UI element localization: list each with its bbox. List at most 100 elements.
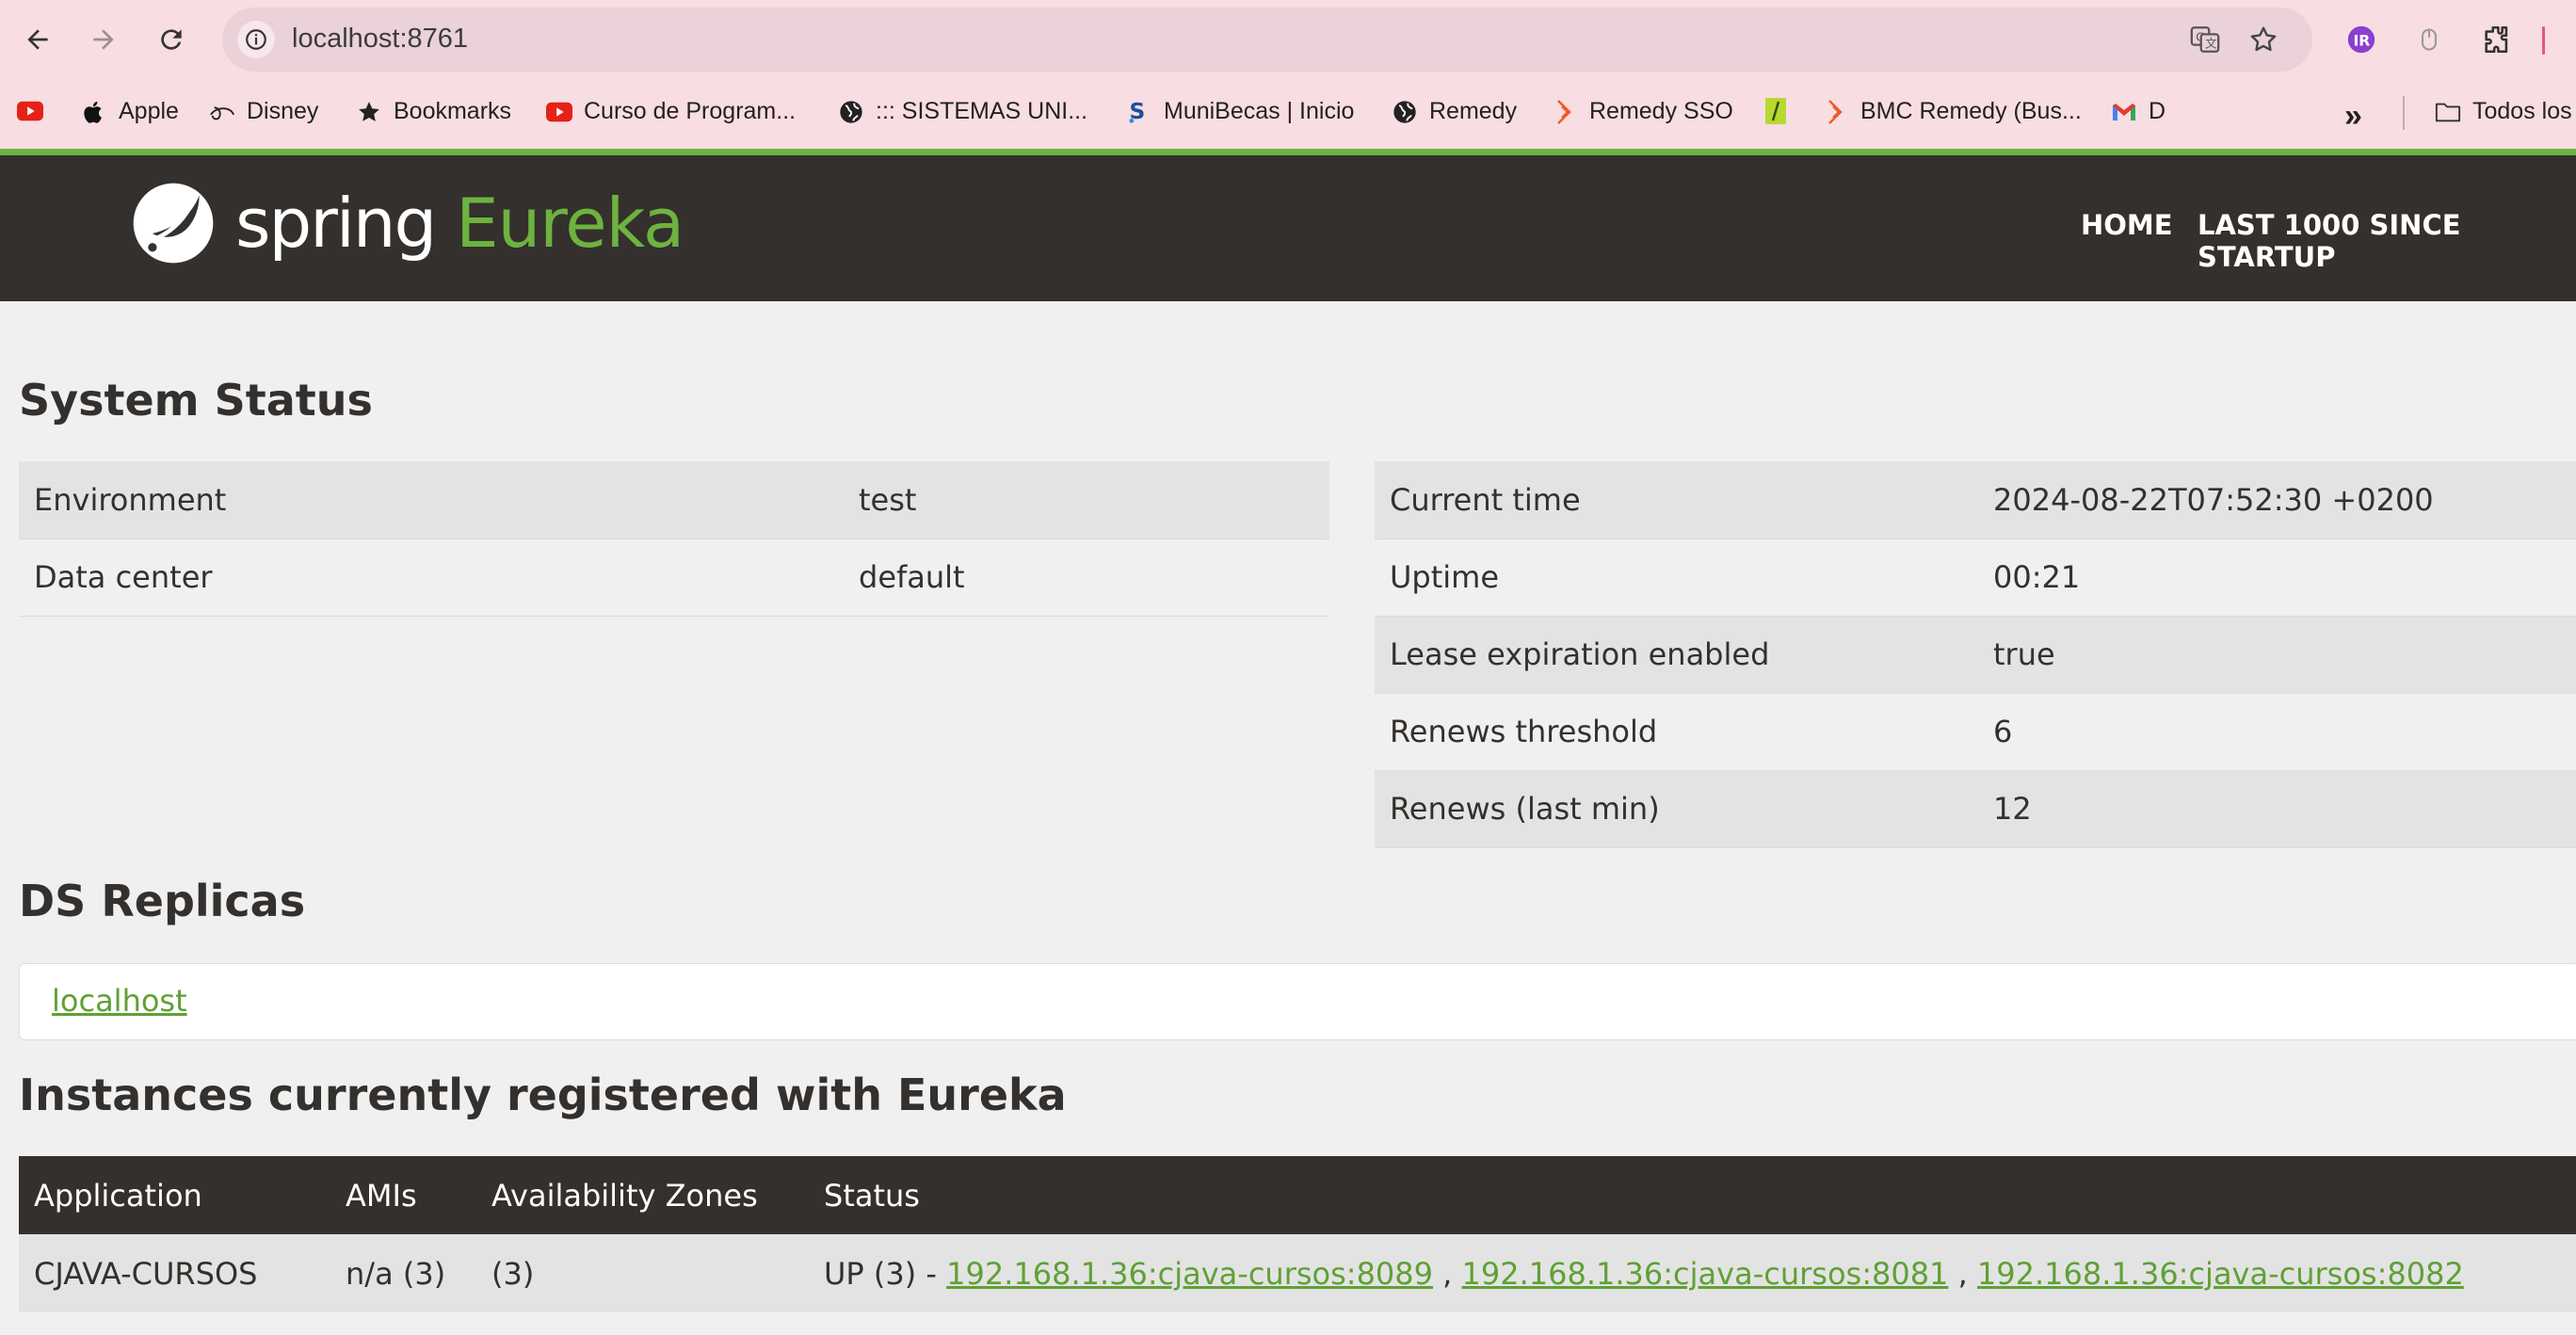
star-icon — [356, 99, 382, 125]
browser-toolbar: localhost:8761 G文 IR — [0, 0, 2576, 79]
bookmark-label: Curso de Program... — [584, 98, 797, 124]
globe-icon — [838, 99, 864, 125]
extensions-puzzle-icon[interactable] — [2476, 19, 2518, 60]
nav-last-1000-link[interactable]: LAST 1000 SINCE STARTUP — [2198, 209, 2576, 273]
url-text[interactable]: localhost:8761 — [292, 24, 468, 55]
all-bookmarks-folder[interactable]: Todos los — [2435, 98, 2572, 125]
instances-header-row: Application AMIs Availability Zones Stat… — [19, 1156, 2576, 1234]
youtube-icon — [17, 98, 43, 124]
application-cell: CJAVA-CURSOS — [19, 1234, 330, 1312]
status-row: Environment test — [19, 461, 1329, 539]
bmc-icon — [1823, 99, 1849, 125]
bookmark-label: MuniBecas | Inicio — [1164, 98, 1355, 124]
nav-home-link[interactable]: HOME — [2081, 209, 2173, 241]
status-row: Current time 2024-08-22T07:52:30 +0200 — [1375, 461, 2576, 539]
status-value: true — [1978, 616, 2576, 694]
status-row: Data center default — [19, 539, 1329, 617]
spring-leaf-icon — [133, 183, 214, 264]
status-label: Renews threshold — [1375, 693, 1978, 771]
status-label: Current time — [1375, 461, 1978, 539]
status-value: 2024-08-22T07:52:30 +0200 — [1978, 461, 2576, 539]
arrow-left-icon — [27, 29, 48, 50]
bookmark-label: ::: SISTEMAS UNI... — [876, 98, 1088, 124]
bookmark-label: Remedy — [1429, 98, 1518, 124]
system-status-right-table: Current time 2024-08-22T07:52:30 +0200 U… — [1375, 461, 2576, 848]
status-value: 6 — [1978, 693, 2576, 771]
svg-text:文: 文 — [2205, 38, 2217, 52]
site-info-icon[interactable] — [237, 21, 275, 58]
bookmark-gmail[interactable]: D — [2111, 98, 2165, 125]
instance-link[interactable]: 192.168.1.36:cjava-cursos:8082 — [1977, 1256, 2464, 1292]
system-status-left-table: Environment test Data center default — [19, 461, 1329, 617]
column-header: Availability Zones — [476, 1156, 809, 1234]
status-label: Lease expiration enabled — [1375, 616, 1978, 694]
status-prefix: UP (3) - — [824, 1255, 947, 1292]
status-label: Uptime — [1375, 539, 1978, 617]
bookmark-star-icon[interactable] — [2246, 23, 2280, 56]
bookmark-sistemas[interactable]: ::: SISTEMAS UNI... — [838, 98, 1087, 125]
bookmark-munibecas[interactable]: S MuniBecas | Inicio — [1126, 98, 1354, 125]
status-value: 12 — [1978, 770, 2576, 848]
status-label: Data center — [19, 539, 844, 617]
disney-icon — [209, 99, 235, 125]
gmail-icon — [2111, 99, 2137, 125]
bookmark-remedy[interactable]: Remedy — [1392, 98, 1517, 125]
mouse-extension-icon[interactable] — [2408, 19, 2450, 60]
reload-icon — [161, 29, 182, 50]
bookmark-label: Remedy SSO — [1589, 98, 1733, 124]
status-row: Lease expiration enabled true — [1375, 616, 2576, 694]
status-row: Uptime 00:21 — [1375, 539, 2576, 617]
link-separator: , — [1433, 1255, 1462, 1292]
status-row: Renews threshold 6 — [1375, 693, 2576, 771]
browser-chrome: localhost:8761 G文 IR Apple Di — [0, 0, 2576, 149]
bookmark-youtube[interactable] — [17, 98, 43, 124]
instance-link[interactable]: 192.168.1.36:cjava-cursos:8089 — [946, 1256, 1433, 1292]
bookmark-slash[interactable] — [1763, 98, 1789, 124]
replica-link[interactable]: localhost — [52, 983, 187, 1019]
arrow-right-icon — [93, 29, 114, 50]
bookmark-bookmarks[interactable]: Bookmarks — [356, 98, 511, 125]
instance-link[interactable]: 192.168.1.36:cjava-cursos:8081 — [1462, 1256, 1949, 1292]
reload-button[interactable] — [145, 13, 198, 66]
column-header: Status — [809, 1156, 2576, 1234]
ds-replicas-list: localhost — [19, 963, 2576, 1040]
status-value: default — [844, 539, 1329, 617]
bookmarks-bar: Apple Disney Bookmarks Curso de Program.… — [0, 90, 2576, 139]
bookmark-curso[interactable]: Curso de Program... — [546, 98, 796, 125]
status-label: Renews (last min) — [1375, 770, 1978, 848]
status-cell: UP (3) - 192.168.1.36:cjava-cursos:8089 … — [809, 1234, 2576, 1312]
translate-icon[interactable]: G文 — [2188, 23, 2222, 56]
status-value: 00:21 — [1978, 539, 2576, 617]
address-bar[interactable]: localhost:8761 G文 — [222, 8, 2312, 72]
eureka-header: spring Eureka HOME LAST 1000 SINCE START… — [0, 155, 2576, 301]
bookmark-remedy-sso[interactable]: Remedy SSO — [1552, 98, 1733, 125]
bmc-icon — [1552, 99, 1578, 125]
bookmark-disney[interactable]: Disney — [209, 98, 318, 125]
apple-icon — [81, 99, 107, 125]
zones-cell: (3) — [476, 1234, 809, 1312]
bookmark-apple[interactable]: Apple — [81, 98, 179, 125]
folder-icon — [2435, 99, 2461, 125]
bookmark-label: Bookmarks — [394, 98, 512, 124]
bookmark-label: Todos los — [2472, 98, 2572, 124]
spring-eureka-logo[interactable]: spring Eureka — [130, 180, 684, 266]
status-row: Renews (last min) 12 — [1375, 770, 2576, 848]
link-separator: , — [1948, 1255, 1977, 1292]
amis-cell: n/a (3) — [330, 1234, 476, 1312]
back-button[interactable] — [11, 13, 64, 66]
more-bookmarks-button[interactable]: » — [2344, 98, 2362, 135]
globe-icon — [1392, 99, 1418, 125]
bookmark-label: D — [2149, 98, 2166, 124]
ds-replicas-heading: DS Replicas — [19, 876, 306, 926]
profile-extension-icon[interactable]: IR — [2341, 19, 2382, 60]
bookmark-bmc-remedy[interactable]: BMC Remedy (Bus... — [1823, 98, 2082, 125]
youtube-icon — [546, 99, 572, 125]
forward-button[interactable] — [77, 13, 130, 66]
slash-icon — [1763, 98, 1789, 124]
munibecas-icon: S — [1126, 99, 1152, 125]
column-header: Application — [19, 1156, 330, 1234]
header-accent-line — [0, 149, 2576, 155]
status-label: Environment — [19, 461, 844, 539]
system-status-heading: System Status — [19, 375, 373, 426]
chevron-double-right-icon: » — [2344, 98, 2362, 134]
